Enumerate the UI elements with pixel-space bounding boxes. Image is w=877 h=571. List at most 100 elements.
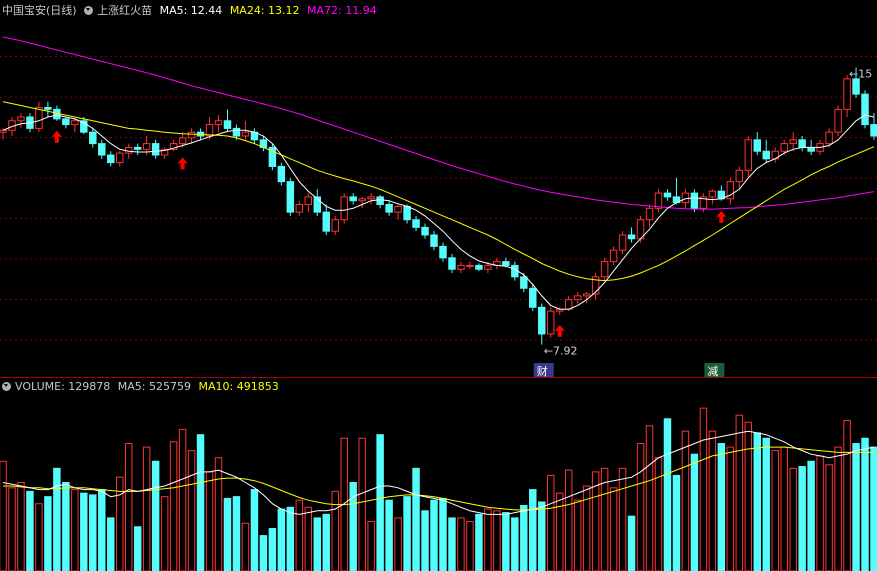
volume-bar-up	[493, 510, 501, 571]
volume-bar-down	[223, 497, 232, 571]
candle-up	[205, 124, 214, 137]
volume-bar-down	[852, 443, 860, 571]
volume-bar-down	[520, 505, 528, 571]
candle-up	[367, 196, 375, 200]
candle-up	[780, 143, 788, 152]
volume-bar-down	[313, 517, 322, 571]
candle-up	[466, 264, 474, 267]
candle-down	[277, 165, 286, 183]
volume-bar-up	[169, 441, 178, 571]
volume-bar-down	[861, 437, 869, 571]
volume-bar-down	[538, 501, 546, 571]
volume-bar-up	[780, 446, 788, 571]
candle-down	[807, 146, 815, 152]
candle-up	[825, 131, 833, 145]
candle-down	[475, 264, 483, 270]
stock-name[interactable]: 中国宝安(日线)	[2, 4, 77, 17]
candle-up	[582, 293, 591, 297]
volume-bar-down	[232, 496, 241, 571]
candle-down	[232, 127, 241, 137]
volume-bar-down	[807, 460, 815, 571]
volume-bar-up	[735, 414, 744, 571]
candle-up	[115, 152, 124, 164]
candle-down	[627, 234, 636, 240]
volume-bar-down	[448, 517, 456, 571]
candle-up	[17, 116, 25, 122]
volume-bar-up	[654, 457, 663, 571]
candle-up	[214, 120, 223, 126]
indicator-name[interactable]: 上涨红火苗	[97, 4, 152, 17]
volume-bar-up	[843, 420, 851, 571]
candle-down	[529, 287, 537, 308]
volume-bar-down	[439, 497, 447, 571]
volume-bar-down	[89, 494, 97, 571]
volume-bar-down	[53, 467, 61, 571]
volume-bar-down	[403, 496, 411, 571]
volume-bars	[0, 407, 877, 571]
volume-bar-up	[17, 482, 25, 571]
volume-bar-down	[385, 499, 393, 571]
volume-bar-down	[277, 508, 286, 571]
volume-bar-down	[627, 515, 636, 571]
up-arrow-icon	[716, 210, 727, 223]
candle-up	[394, 205, 402, 213]
candle-down	[98, 143, 106, 156]
ma5-value: MA5: 12.44	[159, 4, 223, 17]
up-arrow-icon	[51, 130, 62, 143]
volume-menu-icon[interactable]	[2, 382, 11, 391]
candle-down	[448, 257, 456, 270]
candle-down	[349, 196, 357, 202]
volume-bar-up	[573, 499, 582, 571]
volume-bar-up	[457, 517, 465, 571]
stock-chart: ←7.92 ←15 财 减	[0, 36, 877, 571]
volume-bar-down	[717, 443, 726, 571]
volume-bar-down	[107, 517, 115, 571]
volume-bar-down	[376, 434, 384, 571]
volume-bar-down	[151, 460, 160, 571]
candle-down	[439, 245, 447, 259]
volume-bar-up	[394, 517, 402, 571]
volume-bar-up	[636, 443, 645, 571]
candle-down	[322, 211, 330, 232]
ma24-line	[2, 101, 875, 282]
candle-up	[681, 192, 690, 204]
candle-up	[744, 139, 753, 171]
volume-bar-up	[124, 443, 133, 571]
candle-down	[690, 192, 699, 209]
volume-bar-up	[834, 446, 842, 571]
candle-up	[645, 207, 654, 221]
volume-bar-down	[133, 526, 142, 571]
candle-up	[358, 198, 366, 202]
volume-bar-up	[726, 446, 735, 571]
volume-bar-up	[744, 421, 753, 571]
price-annotation: ←15	[849, 67, 872, 80]
price-grid	[0, 56, 877, 341]
candle-up	[35, 106, 43, 129]
volume-bar-up	[547, 474, 555, 571]
volume-bar-down	[798, 466, 806, 571]
volume-bar-up	[618, 467, 627, 571]
candle-down	[89, 131, 97, 145]
volume-value: VOLUME: 129878	[15, 380, 111, 393]
candle-up	[142, 143, 151, 150]
volume-bar-down	[511, 517, 519, 571]
volume-ma10-line	[3, 446, 874, 511]
candle-up	[178, 137, 187, 145]
event-tag: 财	[537, 364, 548, 378]
candle-up	[187, 131, 196, 139]
volume-bar-down	[421, 510, 429, 571]
volume-bar-up	[564, 469, 573, 571]
candle-up	[843, 78, 851, 110]
candle-up	[834, 108, 842, 133]
volume-bar-down	[672, 474, 681, 571]
volume-bar-down	[80, 492, 88, 571]
price-ma-lines	[2, 36, 875, 310]
volume-bar-up	[555, 492, 564, 571]
candle-down	[403, 205, 411, 221]
volume-bar-down	[502, 512, 510, 571]
volume-bar-up	[8, 487, 16, 571]
candle-down	[385, 204, 393, 213]
indicator-menu-icon[interactable]	[84, 6, 94, 15]
volume-bar-up	[708, 430, 717, 571]
volume-bar-down	[430, 499, 438, 571]
